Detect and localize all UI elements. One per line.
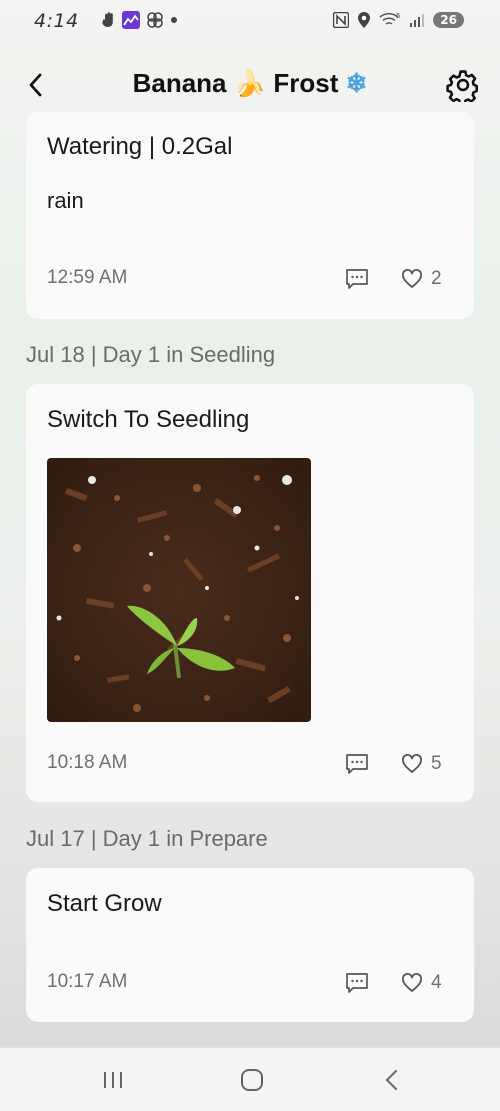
recents-icon (104, 1072, 122, 1088)
entry-time: 10:18 AM (47, 752, 128, 773)
status-notification-icons (102, 11, 178, 29)
status-time: 4:14 (34, 10, 79, 32)
banana-emoji: 🍌 (233, 68, 267, 98)
like-count: 5 (431, 753, 442, 774)
settings-button[interactable] (446, 68, 480, 106)
date-header: Jul 18 | Day 1 in Seedling (26, 342, 276, 367)
entry-card-switch-to-seedling[interactable]: Switch To Seedling 10:18 AM 5 (26, 384, 474, 802)
comment-icon (346, 754, 368, 774)
comment-button[interactable] (345, 268, 371, 292)
wifi-label: 5 (396, 12, 400, 20)
title-text-1: Banana (132, 68, 227, 98)
like-count: 2 (431, 268, 442, 289)
entry-time: 12:59 AM (47, 267, 128, 288)
like-count: 4 (431, 972, 442, 993)
like-button[interactable]: 2 (401, 268, 442, 290)
date-header: Jul 17 | Day 1 in Prepare (26, 826, 268, 851)
status-system-icons: 5 26 (333, 11, 464, 29)
like-button[interactable]: 5 (401, 753, 442, 775)
back-icon (385, 1070, 397, 1090)
battery-indicator: 26 (433, 12, 464, 28)
entry-title: Watering | 0.2Gal (47, 133, 233, 160)
page-title: Banana 🍌 Frost ❄ (0, 68, 500, 99)
system-nav-bar (0, 1047, 500, 1111)
app-header: Banana 🍌 Frost ❄ (0, 56, 500, 116)
seedling-photo[interactable] (47, 458, 311, 722)
home-button[interactable] (237, 1066, 267, 1094)
recents-button[interactable] (98, 1066, 128, 1094)
entry-card-watering[interactable]: Watering | 0.2Gal rain 12:59 AM 2 (26, 112, 474, 319)
wifi-icon: 5 (379, 12, 401, 25)
chart-app-icon (122, 11, 140, 29)
heart-icon (402, 973, 422, 992)
location-icon (358, 12, 371, 28)
entry-card-start-grow[interactable]: Start Grow 10:17 AM 4 (26, 868, 474, 1022)
comment-icon (346, 973, 368, 993)
pinwheel-icon (147, 12, 163, 28)
comment-icon (346, 269, 368, 289)
entry-title: Start Grow (47, 890, 162, 917)
title-text-2: Frost (273, 68, 339, 98)
hand-icon (102, 12, 113, 27)
comment-button[interactable] (345, 972, 371, 996)
like-button[interactable]: 4 (401, 972, 442, 994)
seedling-image (47, 458, 311, 722)
heart-icon (402, 269, 422, 288)
comment-button[interactable] (345, 753, 371, 777)
signal-icon (410, 14, 425, 27)
entry-title: Switch To Seedling (47, 406, 250, 433)
nav-back-button[interactable] (377, 1066, 407, 1094)
heart-icon (402, 754, 422, 773)
snowflake-emoji: ❄ (345, 68, 368, 98)
status-bar: 4:14 5 26 (0, 0, 500, 44)
nfc-icon (333, 12, 350, 28)
home-icon (241, 1069, 263, 1091)
gear-icon (446, 70, 479, 106)
entry-note: rain (47, 188, 84, 213)
entry-time: 10:17 AM (47, 971, 128, 992)
dot-icon (171, 17, 177, 23)
